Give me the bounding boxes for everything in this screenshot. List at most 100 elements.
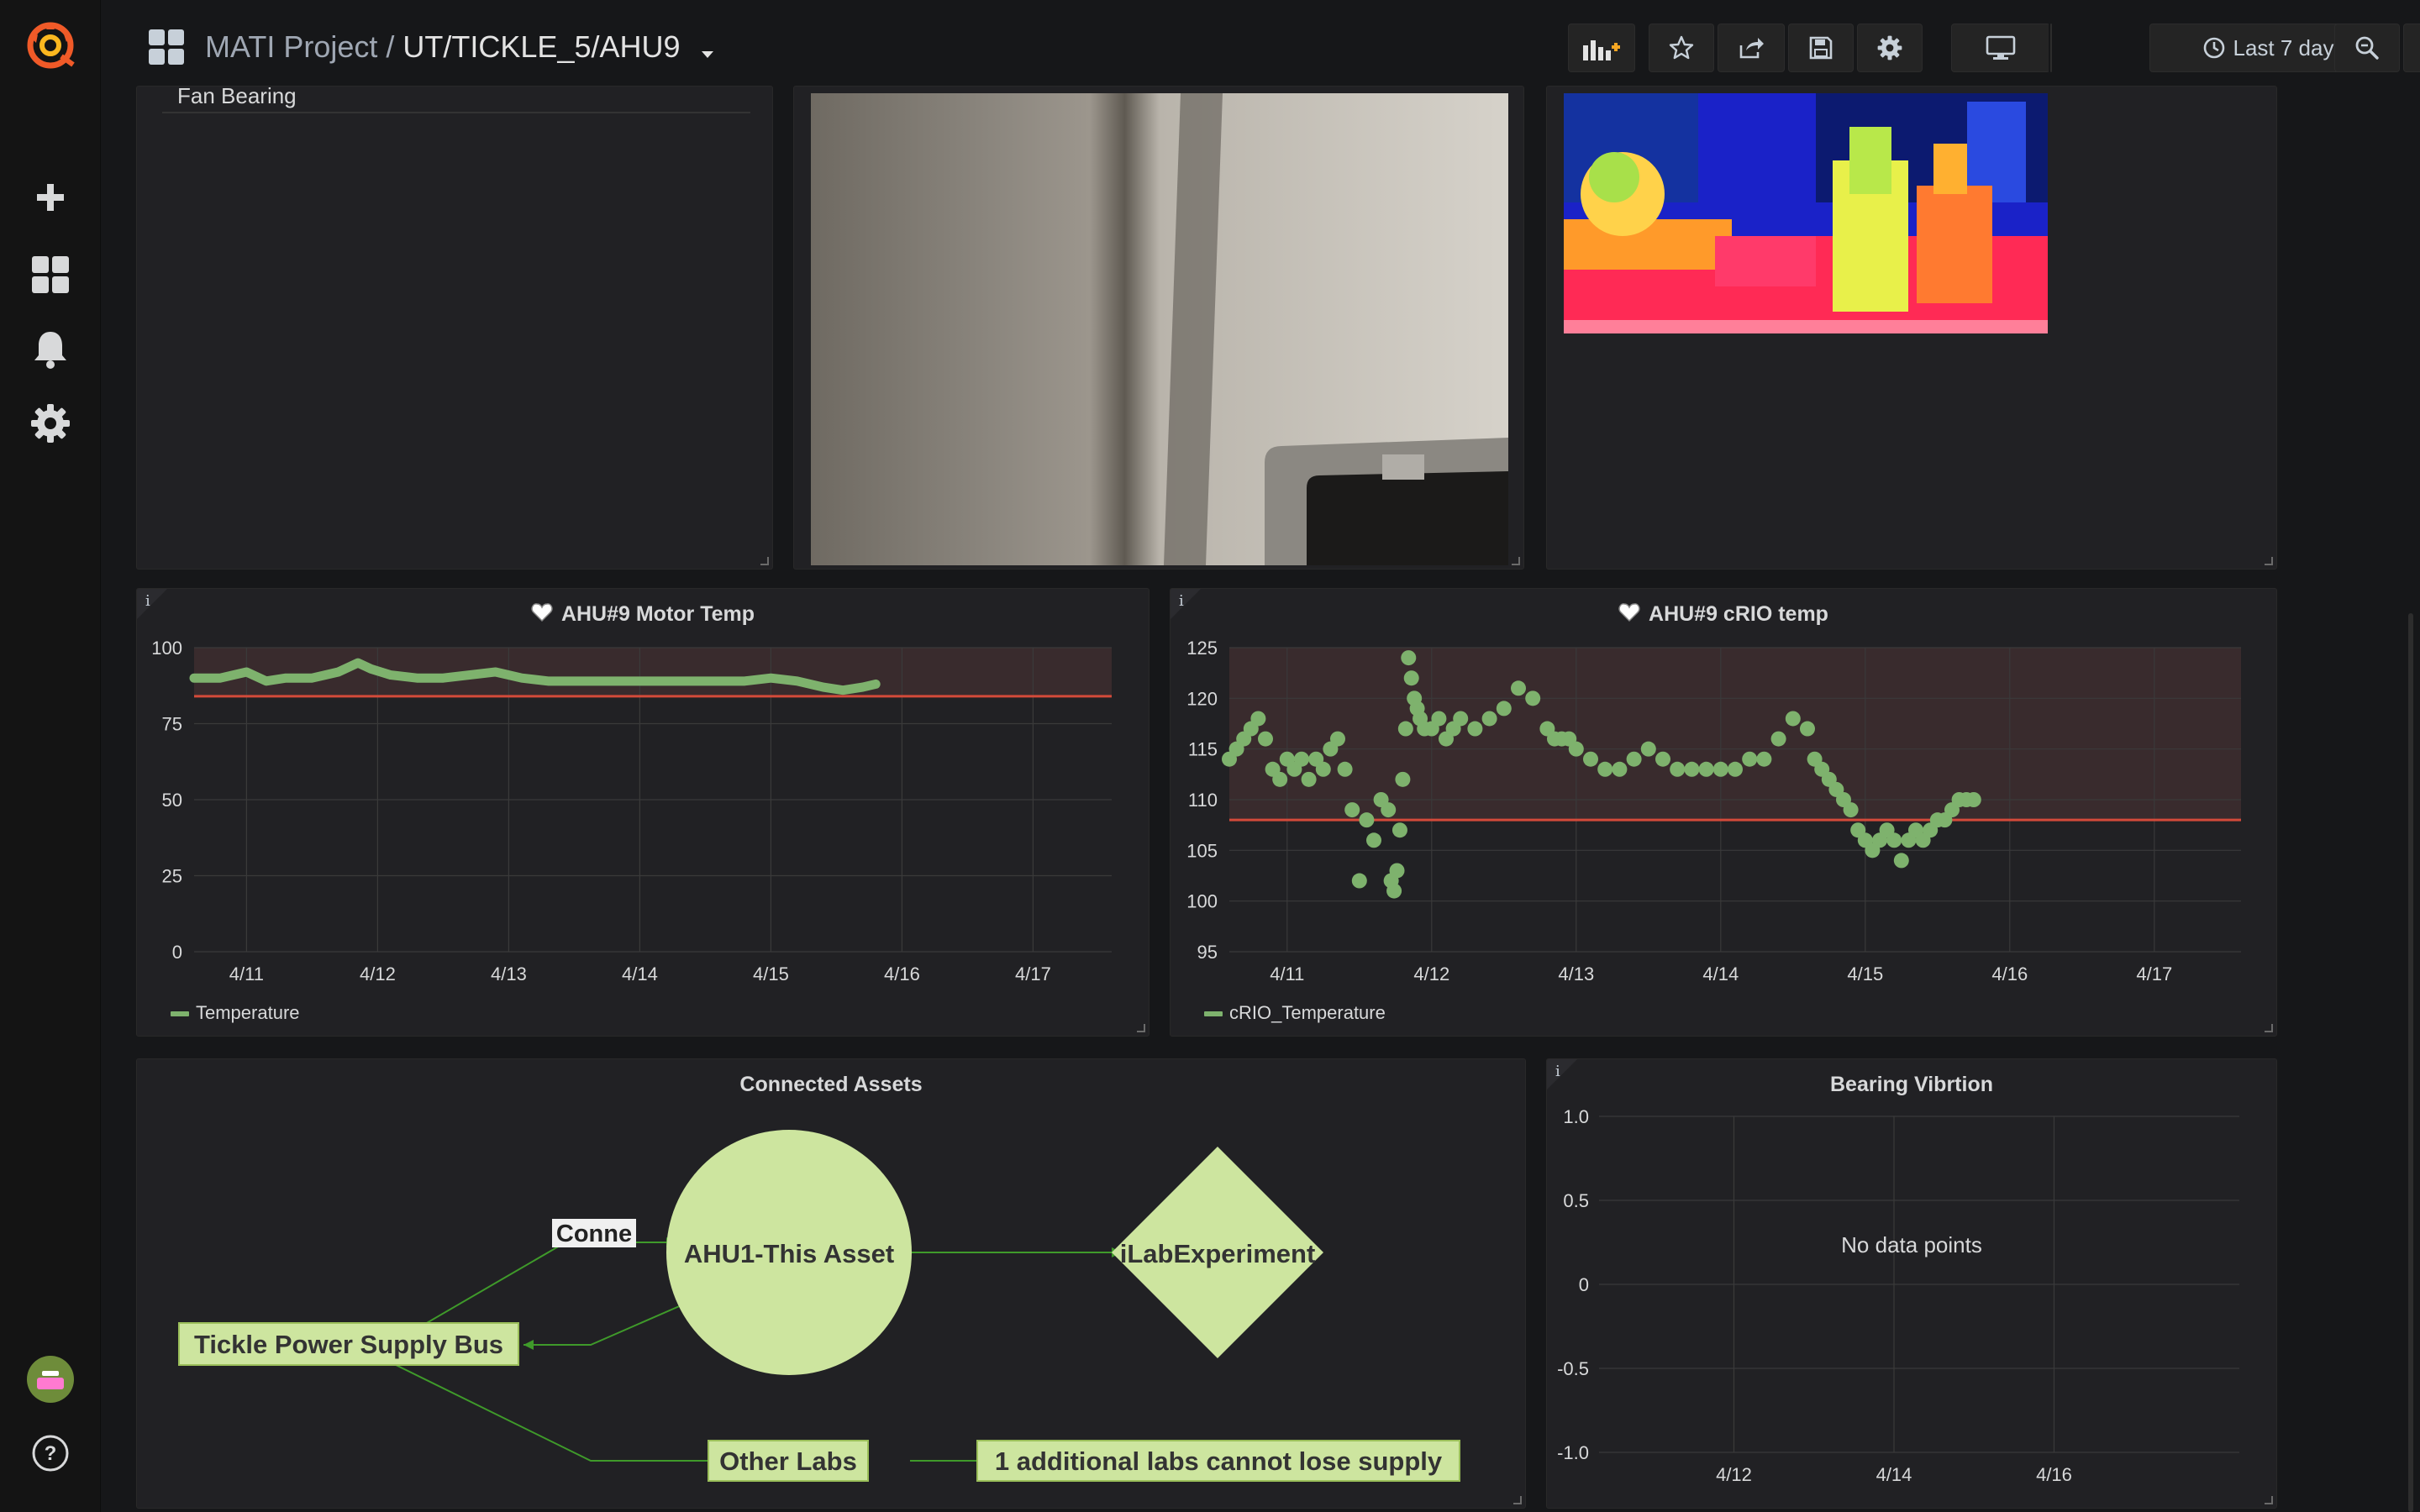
connected-assets-panel: Connected Assets AHU1-This Asset iLabExp… bbox=[136, 1058, 1526, 1509]
share-icon bbox=[1739, 38, 1764, 59]
node-label: iLabExperiment bbox=[1120, 1239, 1316, 1268]
star-button[interactable] bbox=[1649, 24, 1714, 72]
data-point bbox=[1453, 711, 1469, 727]
star-icon bbox=[1669, 35, 1694, 60]
x-tick-label: 4/12 bbox=[360, 963, 396, 984]
x-tick-label: 4/14 bbox=[1702, 963, 1739, 984]
data-point bbox=[1337, 761, 1353, 777]
data-point bbox=[1359, 812, 1375, 828]
plus-icon[interactable] bbox=[0, 164, 101, 231]
breadcrumb[interactable]: MATI Project / UT/TICKLE_5/AHU9 bbox=[205, 24, 714, 71]
folder-link[interactable]: MATI Project bbox=[205, 29, 377, 64]
no-data-message: No data points bbox=[1841, 1232, 1982, 1257]
asset-graph[interactable]: AHU1-This Asset iLabExperiment Tickle Po… bbox=[137, 1059, 1526, 1509]
resize-handle[interactable] bbox=[760, 557, 769, 565]
resize-handle[interactable] bbox=[1137, 1024, 1145, 1032]
dashboard-title[interactable]: UT/TICKLE_5/AHU9 bbox=[402, 29, 680, 64]
crio-temp-panel: i AHU#9 cRIO temp 95 100 105 110 115 120 125 4/… bbox=[1170, 588, 2277, 1037]
resize-handle[interactable] bbox=[2265, 1024, 2273, 1032]
data-point bbox=[1403, 670, 1419, 686]
motor-temp-chart[interactable]: 0 25 50 75 100 4/11 4/12 4/13 4/14 4/15 4/16 4/17 bbox=[137, 589, 1150, 1037]
grafana-logo-icon[interactable] bbox=[0, 12, 101, 79]
legend-item[interactable]: Temperature bbox=[171, 1002, 300, 1024]
data-point bbox=[1272, 771, 1288, 787]
x-tick-label: 4/16 bbox=[1991, 963, 2028, 984]
data-point bbox=[1511, 680, 1526, 696]
x-tick-label: 4/13 bbox=[491, 963, 527, 984]
legend-swatch bbox=[171, 1011, 189, 1017]
x-tick-label: 4/16 bbox=[2036, 1464, 2072, 1485]
edge-label: Conne bbox=[556, 1221, 632, 1247]
data-point bbox=[1496, 701, 1512, 717]
data-point bbox=[1965, 792, 1981, 807]
data-point bbox=[1728, 761, 1743, 777]
gear-icon[interactable] bbox=[0, 390, 101, 457]
user-avatar[interactable] bbox=[0, 1346, 101, 1413]
fan-bearing-panel: Fan Bearing bbox=[136, 86, 773, 570]
data-point bbox=[1640, 741, 1656, 757]
refresh-button[interactable] bbox=[2403, 24, 2420, 72]
add-panel-button[interactable] bbox=[1568, 24, 1635, 72]
panel-title: Fan Bearing bbox=[177, 86, 297, 108]
data-point bbox=[1893, 853, 1909, 869]
help-icon[interactable]: ? bbox=[0, 1420, 101, 1487]
y-tick-label: -1.0 bbox=[1557, 1442, 1589, 1463]
x-tick-label: 4/11 bbox=[1270, 963, 1304, 984]
data-point bbox=[1401, 650, 1417, 666]
save-button[interactable] bbox=[1788, 24, 1854, 72]
y-tick-label: 75 bbox=[162, 714, 182, 735]
caret-down-icon[interactable] bbox=[701, 25, 714, 72]
dashboards-icon[interactable] bbox=[0, 241, 101, 308]
resize-handle[interactable] bbox=[2265, 557, 2273, 565]
bearing-vibration-chart[interactable]: 1.0 0.5 0 -0.5 -1.0 4/12 4/14 4/16 bbox=[1547, 1059, 2277, 1509]
y-tick-label: 95 bbox=[1197, 942, 1218, 963]
bell-icon[interactable] bbox=[0, 315, 101, 382]
zoom-out-button[interactable] bbox=[2334, 24, 2400, 72]
legend-label: Temperature bbox=[196, 1002, 300, 1023]
camera-image-panel bbox=[793, 86, 1524, 570]
divider bbox=[162, 112, 750, 113]
data-point bbox=[1568, 741, 1584, 757]
clock-icon bbox=[2203, 37, 2224, 59]
data-point bbox=[1800, 721, 1815, 737]
settings-gear-icon bbox=[1877, 35, 1902, 60]
tv-mode-button[interactable] bbox=[1951, 24, 2050, 72]
data-point bbox=[1712, 761, 1728, 777]
share-button[interactable] bbox=[1718, 24, 1785, 72]
node-label: Other Labs bbox=[719, 1446, 857, 1476]
legend-item[interactable]: cRIO_Temperature bbox=[1204, 1002, 1386, 1024]
resize-handle[interactable] bbox=[1512, 557, 1520, 565]
y-tick-label: 115 bbox=[1188, 739, 1218, 760]
settings-button[interactable] bbox=[1857, 24, 1923, 72]
scrollbar[interactable] bbox=[2408, 613, 2413, 1512]
x-tick-label: 4/12 bbox=[1413, 963, 1449, 984]
crio-temp-chart[interactable]: 95 100 105 110 115 120 125 4/11 4/12 4/13 4/14 4/15… bbox=[1171, 589, 2277, 1037]
add-panel-icon bbox=[1583, 40, 1620, 60]
motor-temp-panel: i AHU#9 Motor Temp 0 25 50 75 100 4/11 4/12 4/1… bbox=[136, 588, 1150, 1037]
x-tick-label: 4/14 bbox=[1876, 1464, 1912, 1485]
x-tick-label: 4/11 bbox=[229, 963, 264, 984]
data-point bbox=[1344, 802, 1360, 818]
data-point bbox=[1467, 721, 1483, 737]
legend-swatch bbox=[1204, 1011, 1223, 1017]
data-point bbox=[1351, 873, 1367, 889]
x-tick-label: 4/17 bbox=[2136, 963, 2172, 984]
y-tick-label: 105 bbox=[1186, 840, 1218, 861]
camera-photo bbox=[811, 93, 1508, 565]
resize-handle[interactable] bbox=[2265, 1496, 2273, 1504]
data-point bbox=[1366, 832, 1381, 848]
resize-handle[interactable] bbox=[1513, 1496, 1522, 1504]
y-tick-label: 125 bbox=[1186, 638, 1218, 659]
y-tick-label: 0.5 bbox=[1563, 1190, 1589, 1211]
data-point bbox=[1330, 731, 1345, 747]
data-point bbox=[1583, 751, 1598, 767]
navbar-spacer bbox=[2050, 24, 2052, 72]
data-point bbox=[1395, 771, 1411, 787]
dashboard-grid-icon[interactable] bbox=[148, 29, 185, 66]
data-point bbox=[1698, 761, 1714, 777]
data-point bbox=[1386, 883, 1402, 899]
data-point bbox=[1381, 802, 1397, 818]
zoom-out-icon bbox=[2355, 36, 2379, 60]
bearing-vibration-panel: i Bearing Vibrtion 1.0 0.5 0 -0.5 -1.0 4/12 4/… bbox=[1546, 1058, 2277, 1509]
data-point bbox=[1397, 721, 1413, 737]
